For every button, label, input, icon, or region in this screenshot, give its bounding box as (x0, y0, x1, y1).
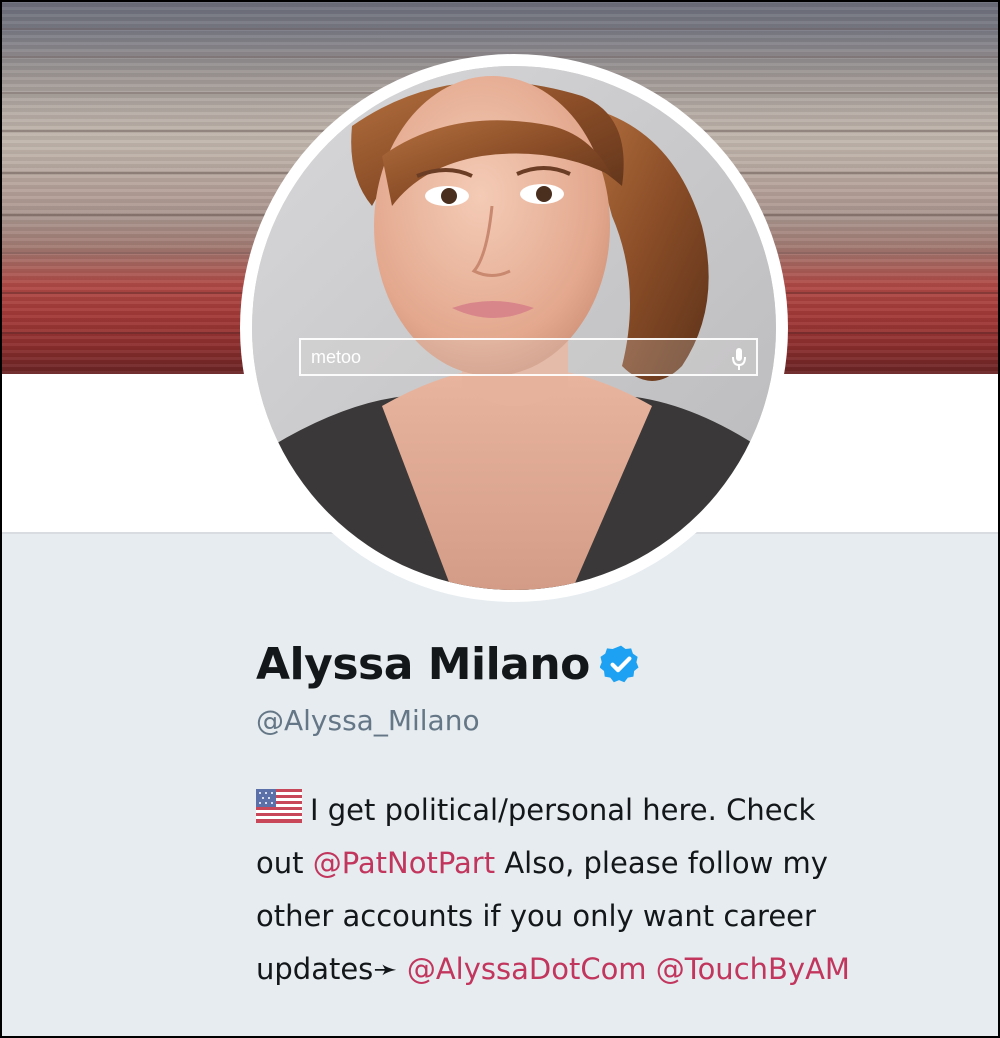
us-flag-icon (256, 789, 302, 823)
mention-link-touchbyam[interactable]: @TouchByAM (656, 952, 850, 986)
bio-line-3: other accounts if you only want career (256, 899, 816, 933)
avatar-search-text: metoo (311, 347, 362, 367)
mention-link-patnotpart[interactable]: @PatNotPart (313, 846, 495, 880)
microphone-icon (732, 348, 746, 370)
profile-screenshot-frame: metoo Alyssa Milano @Alyssa_Milano I get… (0, 0, 1000, 1038)
profile-name-row: Alyssa Milano (256, 634, 642, 694)
bio-line-4: updates➛ @AlyssaDotCom @TouchByAM (256, 943, 976, 996)
bio-line-4-prefix: updates (256, 952, 374, 986)
mention-link-alyssadotcom[interactable]: @AlyssaDotCom (407, 952, 647, 986)
profile-bio: I get political/personal here. Check out… (256, 784, 976, 996)
avatar-search-box: metoo (299, 338, 758, 376)
avatar-ring[interactable]: metoo (240, 54, 788, 602)
verified-badge-icon (599, 645, 639, 683)
avatar-photo (252, 66, 776, 590)
bio-line-2-prefix: out (256, 846, 313, 880)
profile-name[interactable]: Alyssa Milano (256, 639, 590, 690)
avatar[interactable]: metoo (252, 66, 776, 590)
arrow-icon: ➛ (373, 952, 398, 986)
bio-line-1: I get political/personal here. Check (256, 784, 976, 837)
bio-line-2-suffix: Also, please follow my (495, 846, 828, 880)
bio-line-1-text: I get political/personal here. Check (310, 793, 816, 827)
bio-line-2: out @PatNotPart Also, please follow my (256, 837, 976, 890)
profile-handle[interactable]: @Alyssa_Milano (256, 704, 480, 737)
